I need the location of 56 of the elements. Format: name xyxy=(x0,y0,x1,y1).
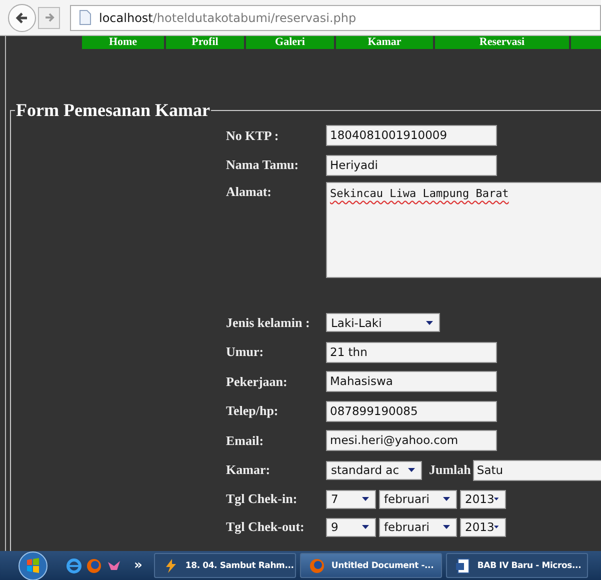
input-field[interactable]: Satu xyxy=(472,460,601,481)
back-arrow-icon xyxy=(15,10,29,24)
back-button[interactable] xyxy=(8,4,36,32)
taskbar-button[interactable]: 18. 04. Sambut Rahm... xyxy=(154,553,296,578)
caret-icon xyxy=(426,320,433,325)
field-label: Tgl Chek-in: xyxy=(226,491,298,507)
form-legend: Form Pemesanan Kamar xyxy=(15,100,211,121)
date-dropdown[interactable]: februari xyxy=(379,490,457,508)
address-textarea[interactable]: Sekincau Liwa Lampung Barat xyxy=(326,182,601,278)
start-button[interactable] xyxy=(18,550,48,580)
taskbar-button[interactable]: BAB IV Baru - Micros... xyxy=(446,553,588,578)
more-button[interactable]: » xyxy=(134,558,142,573)
gender-dropdown[interactable]: Laki-Laki xyxy=(326,313,440,332)
input-field[interactable]: 087899190085 xyxy=(326,400,497,422)
input-field[interactable]: 21 thn xyxy=(326,342,497,363)
input-field[interactable]: 1804081001910009 xyxy=(326,125,497,146)
caret-icon xyxy=(362,525,369,529)
date-dropdown[interactable]: 2013 xyxy=(460,518,506,536)
date-dropdown[interactable]: 7 xyxy=(326,490,376,508)
forward-arrow-icon xyxy=(44,12,54,23)
field-label: Alamat: xyxy=(226,183,272,200)
nav-tab[interactable]: Galeri xyxy=(246,36,334,49)
caret-icon xyxy=(408,468,415,472)
field-label: Pekerjaan: xyxy=(226,374,288,390)
input-field[interactable]: Heriyadi xyxy=(326,154,497,176)
field-label: Email: xyxy=(226,432,265,449)
caret-icon xyxy=(362,497,369,501)
date-dropdown[interactable]: 9 xyxy=(326,518,376,536)
room-dropdown[interactable]: standard ac xyxy=(326,460,422,480)
caret-icon xyxy=(443,497,450,501)
date-dropdown[interactable]: 2013 xyxy=(460,490,506,508)
caret-icon xyxy=(494,525,499,529)
fox-globe-icon[interactable] xyxy=(86,558,102,574)
field-label: Jenis kelamin : xyxy=(226,314,311,331)
field-label: Kamar: xyxy=(226,462,272,478)
field-label: Telep/hp: xyxy=(226,403,280,420)
nav-tab[interactable]: Kamar xyxy=(336,36,433,49)
page-icon xyxy=(79,10,91,25)
date-dropdown[interactable]: februari xyxy=(379,518,457,536)
fox-globe-icon xyxy=(309,558,326,574)
field-label: No KTP : xyxy=(226,128,280,144)
nav-tab[interactable]: Home xyxy=(82,36,164,49)
nav-tab[interactable]: Reservasi xyxy=(435,36,569,49)
forward-button[interactable] xyxy=(38,6,60,28)
taskbar-button[interactable]: Untitled Document -... xyxy=(300,553,442,578)
nav-tab[interactable]: Profil xyxy=(166,36,244,49)
field-label: Tgl Chek-out: xyxy=(226,519,306,535)
caret-icon xyxy=(494,497,499,501)
address-bar[interactable]: localhost/hoteldutakotabumi/reservasi.php xyxy=(70,4,601,30)
field-label: Jumlah xyxy=(429,462,471,478)
caret-icon xyxy=(443,525,450,529)
field-label: Nama Tamu: xyxy=(226,157,300,174)
input-field[interactable]: mesi.heri@yahoo.com xyxy=(326,430,497,452)
document-icon xyxy=(455,558,472,574)
input-field[interactable]: Mahasiswa xyxy=(326,371,497,392)
field-label: Umur: xyxy=(226,344,265,360)
